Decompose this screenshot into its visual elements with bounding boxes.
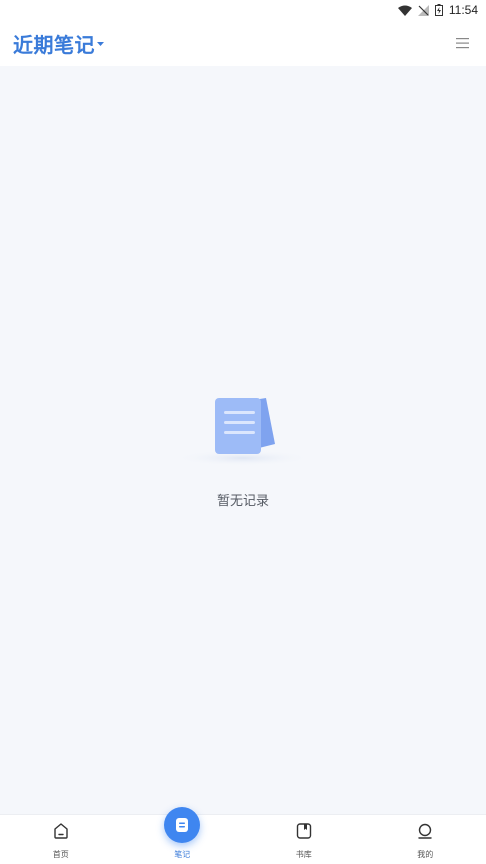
tab-profile-label: 我的: [417, 850, 434, 859]
tab-notes[interactable]: 笔记: [122, 807, 244, 864]
tab-library[interactable]: 书库: [243, 815, 365, 864]
notes-fab[interactable]: [164, 807, 201, 843]
empty-state-message: 暂无记录: [216, 494, 269, 509]
status-time: 11:54: [448, 3, 478, 17]
battery-charging-icon: [434, 4, 443, 16]
tab-home[interactable]: 首页: [0, 815, 122, 864]
no-signal-icon: [417, 4, 429, 16]
page-title: 近期笔记: [13, 32, 95, 57]
tab-library-label: 书库: [295, 850, 312, 859]
empty-state: 暂无记录: [0, 392, 486, 509]
bottom-tab-bar: 首页 笔记 书库 我的: [0, 807, 486, 864]
hamburger-menu-icon: [455, 38, 469, 49]
notes-content: 暂无记录: [0, 66, 486, 814]
profile-icon: [418, 823, 432, 839]
caret-down-icon: [97, 41, 104, 46]
home-icon: [54, 823, 68, 839]
tab-home-label: 首页: [52, 850, 69, 859]
app-header: 近期笔记: [0, 20, 486, 66]
status-bar: 11:54: [0, 0, 486, 20]
note-icon: [176, 818, 189, 832]
title-dropdown[interactable]: 近期笔记: [13, 29, 104, 58]
wifi-icon: [397, 5, 412, 16]
tab-notes-label: 笔记: [174, 850, 191, 859]
tab-profile[interactable]: 我的: [365, 815, 486, 864]
book-icon: [296, 823, 311, 839]
empty-notes-illustration: [175, 398, 311, 466]
menu-button[interactable]: [452, 33, 472, 53]
